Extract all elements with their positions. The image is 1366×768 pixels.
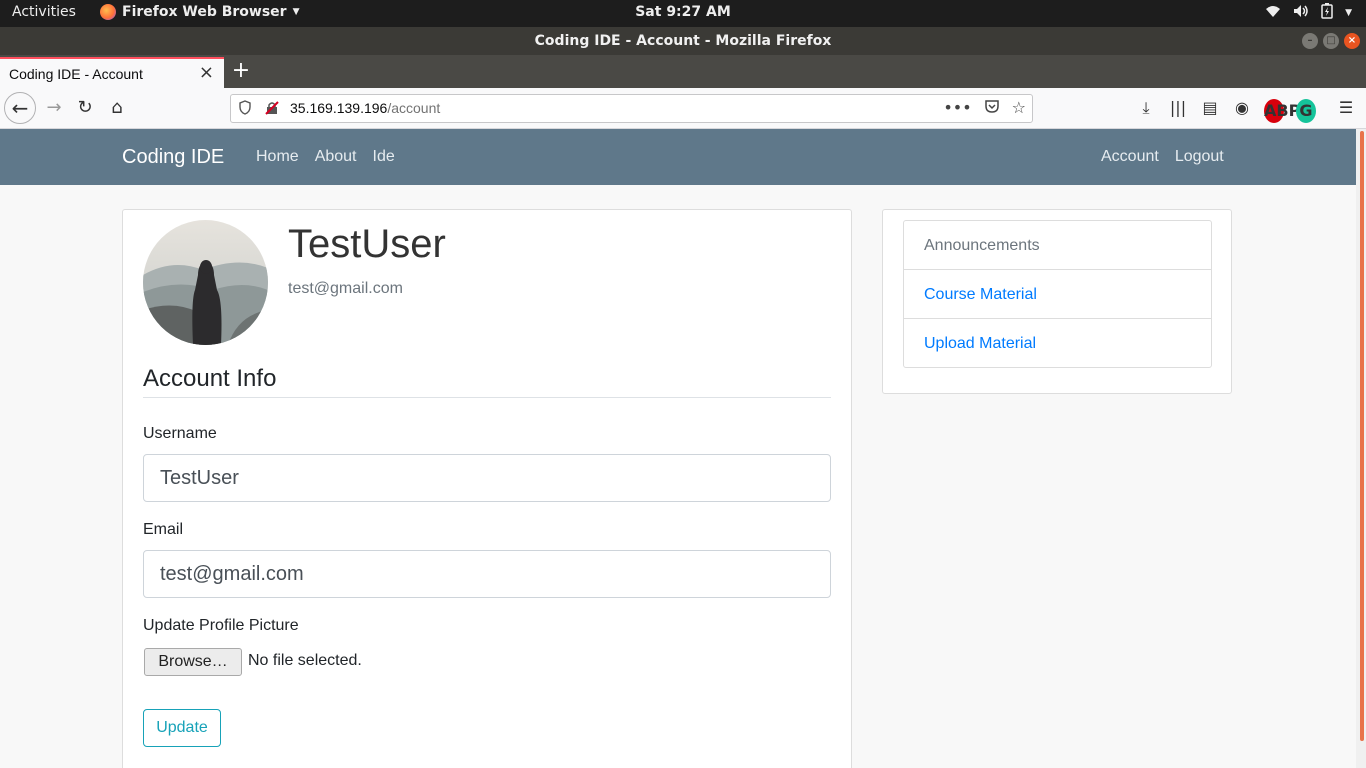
forward-icon[interactable]: →	[42, 96, 66, 120]
section-title: Account Info	[143, 365, 277, 392]
window-title: Coding IDE - Account - Mozilla Firefox	[534, 33, 832, 49]
nav-ide[interactable]: Ide	[373, 148, 395, 166]
shield-icon[interactable]	[239, 100, 251, 119]
hamburger-menu-icon[interactable]: ☰	[1336, 96, 1356, 120]
profile-email: test@gmail.com	[288, 280, 403, 297]
sidebar-card: Announcements Course Material Upload Mat…	[882, 209, 1232, 394]
page-scrollbar[interactable]	[1356, 129, 1366, 768]
page-content: Coding IDE Home About Ide Account Logout	[0, 129, 1356, 768]
browser-toolbar: ← → ↻ ⌂ 35.169.139.196/account ••• ☆ ⤓ |…	[0, 88, 1366, 129]
browse-button[interactable]: Browse…	[144, 648, 242, 676]
new-tab-icon[interactable]: +	[230, 58, 252, 83]
file-status: No file selected.	[248, 652, 362, 669]
sidebar-title: Announcements	[904, 221, 1211, 270]
system-menu-caret-icon[interactable]: ▼	[1345, 8, 1352, 18]
nav-account[interactable]: Account	[1101, 148, 1159, 166]
url-host: 35.169.139.196	[290, 100, 388, 116]
nav-left: Home About Ide	[256, 148, 395, 166]
sidebar-item-upload-material[interactable]: Upload Material	[904, 319, 1211, 367]
downloads-icon[interactable]: ⤓	[1136, 96, 1156, 120]
address-bar[interactable]: 35.169.139.196/account ••• ☆	[230, 94, 1033, 123]
pocket-icon[interactable]	[984, 98, 1000, 118]
account-icon[interactable]: ◉	[1232, 96, 1252, 120]
bookmark-star-icon[interactable]: ☆	[1012, 98, 1026, 118]
email-label: Email	[143, 521, 184, 538]
close-tab-icon[interactable]: ×	[199, 62, 214, 83]
adblock-plus-icon-wrapper[interactable]: ABP	[1264, 96, 1300, 123]
site-navbar: Coding IDE Home About Ide Account Logout	[0, 129, 1356, 185]
close-window-icon[interactable]: ×	[1344, 33, 1360, 49]
nav-home[interactable]: Home	[256, 148, 299, 166]
tab-active[interactable]: Coding IDE - Account ×	[0, 57, 224, 88]
volume-icon[interactable]	[1293, 4, 1309, 22]
scrollbar-thumb[interactable]	[1360, 131, 1364, 741]
account-card: TestUser test@gmail.com Account Info Use…	[122, 209, 852, 768]
window-title-bar: Coding IDE - Account - Mozilla Firefox –…	[0, 27, 1366, 55]
grammarly-icon-wrapper[interactable]: G	[1296, 96, 1316, 123]
caret-down-icon: ▼	[292, 7, 300, 17]
app-menu-label: Firefox Web Browser	[122, 4, 287, 20]
wifi-icon[interactable]	[1265, 4, 1281, 22]
app-menu[interactable]: Firefox Web Browser ▼	[100, 4, 300, 20]
update-button[interactable]: Update	[143, 709, 221, 747]
nav-about[interactable]: About	[315, 148, 357, 166]
url-path: /account	[387, 100, 441, 116]
nav-right: Account Logout	[1101, 148, 1224, 166]
battery-icon[interactable]	[1321, 3, 1333, 23]
clock[interactable]: Sat 9:27 AM	[635, 4, 731, 20]
insecure-lock-icon[interactable]	[265, 100, 279, 115]
site-brand[interactable]: Coding IDE	[122, 146, 224, 169]
email-field[interactable]	[143, 550, 831, 598]
page-actions-icon[interactable]: •••	[943, 98, 971, 118]
tab-title: Coding IDE - Account	[9, 66, 143, 82]
url-actions: ••• ☆	[943, 98, 1026, 118]
toolbar-icons: ⤓ ||| ▤ ◉ ABP G ☰	[1136, 96, 1356, 123]
username-label: Username	[143, 425, 217, 442]
profile-username: TestUser	[288, 222, 446, 266]
home-icon[interactable]: ⌂	[105, 96, 129, 120]
profile-picture-label: Update Profile Picture	[143, 617, 299, 634]
firefox-icon	[100, 4, 116, 20]
username-field[interactable]	[143, 454, 831, 502]
library-icon[interactable]: |||	[1168, 96, 1188, 120]
nav-logout[interactable]: Logout	[1175, 148, 1224, 166]
reload-icon[interactable]: ↻	[73, 96, 97, 120]
system-tray[interactable]: ▼	[1265, 3, 1352, 23]
url-text[interactable]: 35.169.139.196/account	[290, 100, 440, 116]
minimize-icon[interactable]: –	[1302, 33, 1318, 49]
window-controls: – □ ×	[1302, 33, 1360, 49]
system-top-bar: Activities Firefox Web Browser ▼ Sat 9:2…	[0, 0, 1366, 27]
grammarly-icon: G	[1296, 99, 1316, 123]
sidebar-item-course-material[interactable]: Course Material	[904, 270, 1211, 319]
sidebar-icon[interactable]: ▤	[1200, 96, 1220, 120]
back-icon[interactable]: ←	[4, 92, 36, 124]
tab-strip: Coding IDE - Account × +	[0, 55, 1366, 88]
avatar	[143, 220, 268, 345]
sidebar-list: Announcements Course Material Upload Mat…	[903, 220, 1212, 368]
adblock-plus-icon: ABP	[1264, 99, 1300, 123]
activities-button[interactable]: Activities	[12, 4, 76, 20]
section-divider	[143, 397, 831, 398]
maximize-icon[interactable]: □	[1323, 33, 1339, 49]
